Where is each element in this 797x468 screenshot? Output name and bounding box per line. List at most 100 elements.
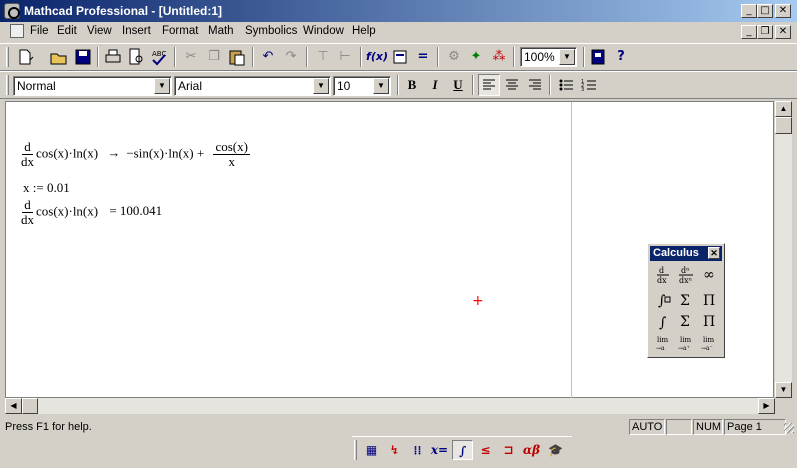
numbered-list-icon[interactable]: 123 (578, 74, 600, 96)
doc-restore-button[interactable]: ❐ (757, 25, 773, 39)
symbolic-arrow: → (107, 145, 121, 161)
product-icon[interactable]: Π (698, 288, 720, 310)
insert-object-icon[interactable]: ✦ (465, 46, 487, 68)
boolean-palette-icon[interactable]: ≤ (475, 440, 496, 460)
matrix-palette-icon[interactable]: ⁞⁞ (407, 440, 428, 460)
undo-icon[interactable]: ↶ (257, 46, 279, 68)
align-left-icon[interactable] (478, 74, 500, 96)
range-product-icon[interactable]: Π (698, 310, 720, 332)
insert-function-icon[interactable]: f(x) (366, 46, 388, 68)
toolbar-grip[interactable] (354, 440, 357, 460)
resize-grip[interactable] (784, 423, 794, 433)
new-document-icon[interactable] (14, 46, 36, 68)
align-right-icon[interactable] (524, 74, 546, 96)
menu-edit[interactable]: Edit (57, 25, 77, 37)
menu-math[interactable]: Math (208, 25, 234, 37)
infinity-icon[interactable]: ∞ (698, 264, 720, 286)
chevron-down-icon[interactable]: ▼ (313, 78, 329, 94)
definite-integral-icon[interactable]: ∫ (652, 288, 674, 310)
chevron-down-icon[interactable]: ▼ (559, 49, 575, 65)
nth-derivative-icon[interactable]: dⁿ dxⁿ (675, 264, 697, 286)
calculate-icon[interactable]: = (412, 46, 434, 68)
vertical-scroll-thumb[interactable] (775, 117, 792, 134)
print-icon[interactable] (102, 46, 124, 68)
menu-file[interactable]: File (30, 25, 49, 37)
minimize-button[interactable]: _ (741, 4, 757, 18)
scroll-left-icon[interactable]: ◀ (5, 398, 22, 414)
palette-title-bar[interactable]: Calculus ✕ (650, 246, 722, 261)
derivative-operator: d dx (21, 140, 34, 169)
mathcad-app-icon[interactable] (4, 3, 20, 19)
palette-close-button[interactable]: ✕ (708, 247, 720, 259)
menu-view[interactable]: View (87, 25, 112, 37)
derivative-numeric-equation[interactable]: d dx cos(x)·ln(x) = 100.041 (21, 198, 162, 227)
chevron-down-icon[interactable]: ▼ (373, 78, 389, 94)
svg-text:Σ: Σ (680, 314, 690, 330)
range-sum-icon[interactable]: Σ (675, 310, 697, 332)
maximize-button[interactable]: □ (757, 4, 773, 18)
limit-icon[interactable]: lim →a (652, 333, 674, 355)
align-down-icon[interactable]: ⊢ (334, 46, 356, 68)
calculator-palette-icon[interactable]: ▦ (361, 440, 382, 460)
insert-unit-icon[interactable] (389, 46, 411, 68)
font-select[interactable]: Arial ▼ (174, 76, 331, 96)
left-limit-icon[interactable]: lim →a⁻ (698, 333, 720, 355)
vertical-scrollbar[interactable]: ▲ ▼ (775, 101, 792, 398)
underline-button[interactable]: U (447, 74, 469, 96)
align-center-icon[interactable] (501, 74, 523, 96)
scroll-right-icon[interactable]: ▶ (758, 398, 775, 414)
math-toolbar: ▦ ↯ ⁞⁞ x= ∫ ≤ ⊐ αβ 🎓 (352, 436, 572, 462)
paste-icon[interactable] (226, 46, 248, 68)
zoom-select[interactable]: 100% ▼ (520, 47, 577, 67)
calculus-palette[interactable]: Calculus ✕ d dx dⁿ dxⁿ ∞ ∫ Σ Π ∫ Σ Π lim →a… (647, 243, 725, 358)
toolbar-separator (437, 47, 439, 67)
menu-insert[interactable]: Insert (122, 25, 151, 37)
toolbar-grip[interactable] (6, 75, 9, 95)
derivative-symbolic-equation[interactable]: d dx cos(x)·ln(x) → −sin(x)·ln(x) + cos(x… (21, 140, 252, 169)
insert-component-icon[interactable]: ⚙ (443, 46, 465, 68)
copy-icon[interactable]: ❐ (203, 46, 225, 68)
horizontal-scroll-thumb[interactable] (22, 398, 38, 414)
hyperlink-icon[interactable]: ⁂ (488, 46, 510, 68)
indefinite-integral-icon[interactable]: ∫ (652, 310, 674, 332)
doc-minimize-button[interactable]: _ (741, 25, 757, 39)
bold-button[interactable]: B (401, 74, 423, 96)
menu-window[interactable]: Window (303, 25, 344, 37)
scroll-up-icon[interactable]: ▲ (775, 101, 792, 117)
print-preview-icon[interactable] (125, 46, 147, 68)
programming-palette-icon[interactable]: ⊐ (498, 440, 519, 460)
bullet-list-icon[interactable] (555, 74, 577, 96)
symbolic-palette-icon[interactable]: 🎓 (545, 440, 566, 460)
save-icon[interactable] (72, 46, 94, 68)
redo-icon[interactable]: ↷ (280, 46, 302, 68)
definition-equation[interactable]: x := 0.01 (23, 180, 70, 196)
resource-center-icon[interactable] (587, 46, 609, 68)
font-size-select[interactable]: 10 ▼ (333, 76, 391, 96)
right-limit-icon[interactable]: lim →a⁺ (675, 333, 697, 355)
italic-button[interactable]: I (424, 74, 446, 96)
menu-help[interactable]: Help (352, 25, 376, 37)
menu-format[interactable]: Format (162, 25, 198, 37)
greek-palette-icon[interactable]: αβ (521, 440, 542, 460)
align-across-icon[interactable]: ⊤ (312, 46, 334, 68)
help-icon[interactable]: ? (610, 46, 632, 68)
horizontal-scrollbar[interactable]: ◀ ▶ (5, 398, 775, 414)
chevron-down-icon[interactable]: ▼ (154, 78, 170, 94)
toolbar-grip[interactable] (6, 47, 9, 67)
derivative-icon[interactable]: d dx (652, 264, 674, 286)
close-button[interactable]: ✕ (775, 4, 791, 18)
doc-close-button[interactable]: ✕ (775, 25, 791, 39)
style-select[interactable]: Normal ▼ (13, 76, 172, 96)
evaluation-palette-icon[interactable]: x= (429, 440, 450, 460)
graph-palette-icon[interactable]: ↯ (384, 440, 405, 460)
open-folder-icon[interactable] (48, 46, 70, 68)
menu-symbolics[interactable]: Symbolics (245, 25, 297, 37)
scroll-down-icon[interactable]: ▼ (775, 382, 792, 398)
calculus-palette-icon[interactable]: ∫ (452, 440, 473, 460)
window-title: Mathcad Professional - [Untitled:1] (24, 4, 223, 18)
summation-icon[interactable]: Σ (675, 288, 697, 310)
spell-check-icon[interactable]: ABC (148, 46, 170, 68)
document-icon[interactable] (10, 24, 24, 38)
cut-icon[interactable]: ✂ (180, 46, 202, 68)
svg-text:→a: →a (656, 345, 665, 352)
